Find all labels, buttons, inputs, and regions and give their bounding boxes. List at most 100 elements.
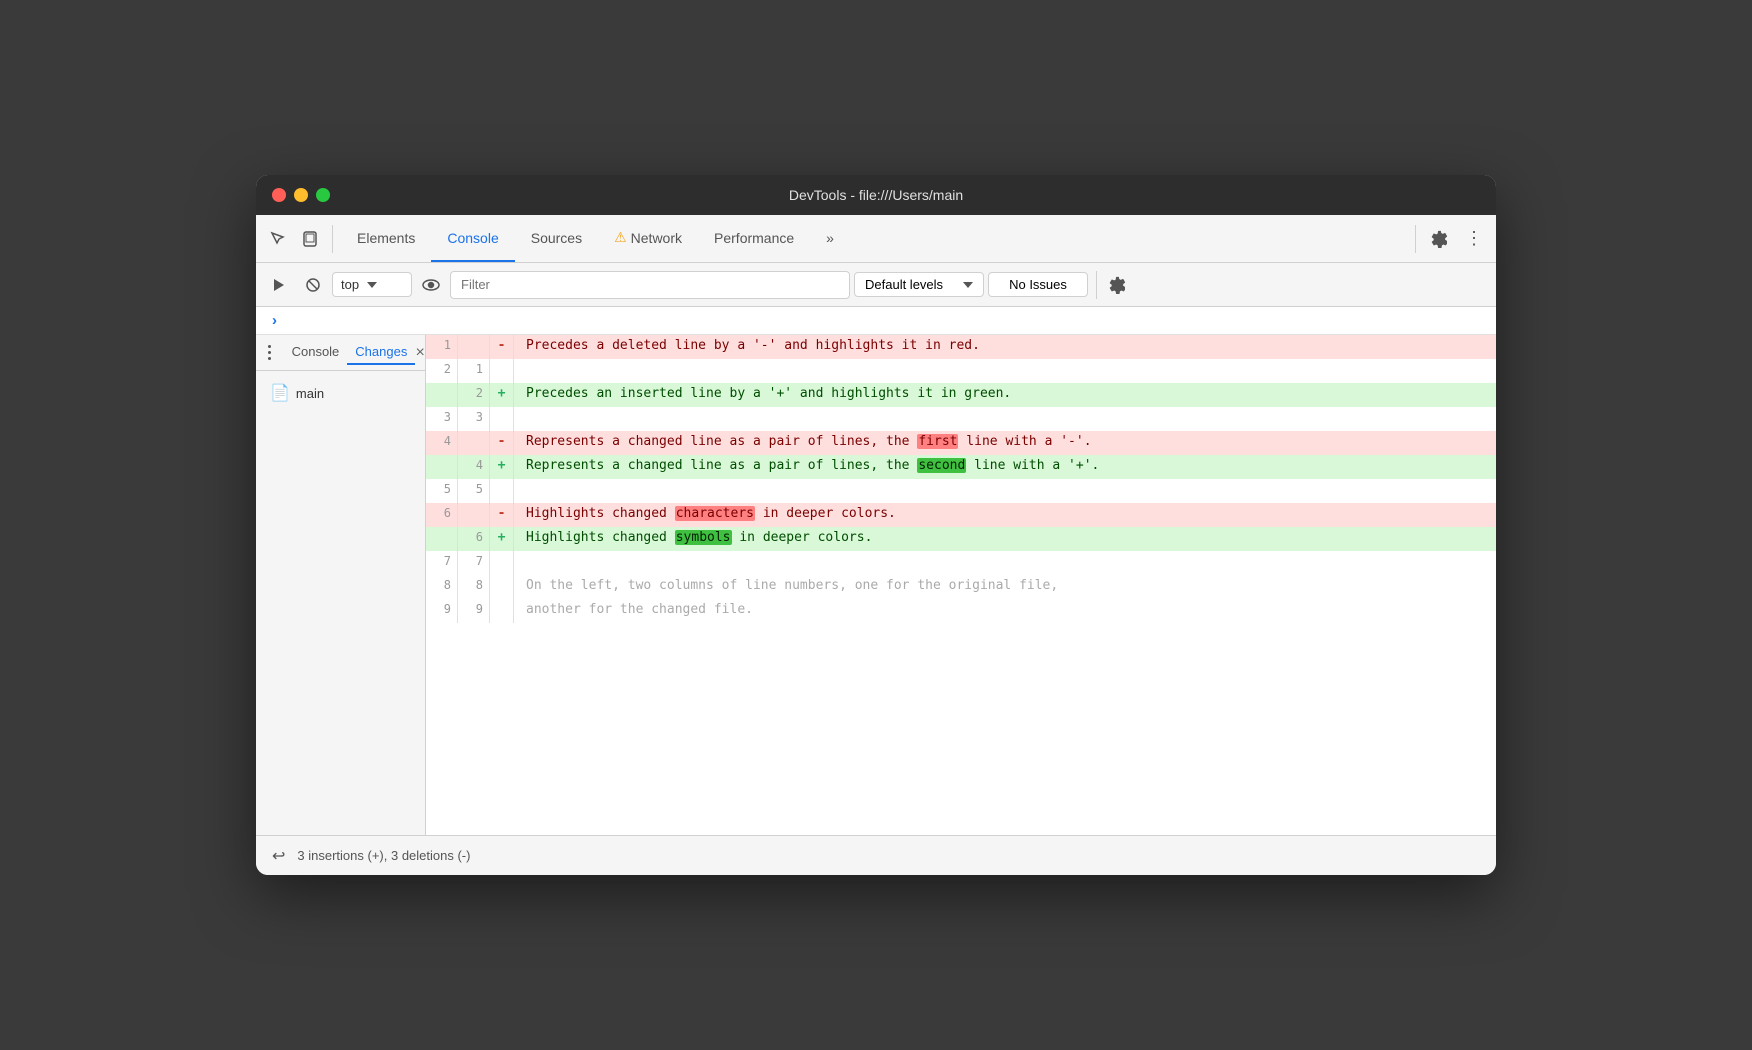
network-warning-icon: ⚠ [614,229,627,246]
file-icon: 📄 [270,383,290,403]
diff-content [514,359,1496,383]
highlight-del: first [917,434,958,449]
toolbar-icons [264,225,333,253]
diff-row: 1 -Precedes a deleted line by a '-' and h… [426,335,1496,359]
tab-network[interactable]: ⚠ Network [598,215,698,262]
devtools-window: DevTools - file:///Users/main Elements C [256,175,1496,875]
panel-tab-header: Console Changes × [256,335,425,371]
diff-row: 4-Represents a changed line as a pair of… [426,431,1496,455]
line-num-new: 9 [458,599,490,623]
diff-content: Precedes a deleted line by a '-' and hig… [514,335,1496,359]
diff-content: Highlights changed symbols in deeper col… [514,527,1496,551]
diff-row: 88On the left, two columns of line numbe… [426,575,1496,599]
panel-more-icon[interactable] [264,341,276,365]
highlight-ins: second [917,458,966,473]
line-num-orig: 3 [426,407,458,431]
diff-marker [490,479,514,503]
clear-messages-button[interactable] [298,270,328,300]
line-num-new: 3 [458,407,490,431]
diff-content: Represents a changed line as a pair of l… [514,455,1496,479]
line-num-orig: 1 [426,335,458,359]
line-num-orig: 9 [426,599,458,623]
diff-content: Represents a changed line as a pair of l… [514,431,1496,455]
window-title: DevTools - file:///Users/main [789,187,963,203]
highlight-del: characters [675,506,755,521]
tab-sources[interactable]: Sources [515,215,598,262]
line-num-orig: 4 [426,431,458,455]
status-text: 3 insertions (+), 3 deletions (-) [297,848,470,863]
diff-content [514,407,1496,431]
diff-row: 99 another for the changed file. [426,599,1496,623]
diff-marker: + [490,455,514,479]
panel-tab-console[interactable]: Console [284,340,348,365]
line-num-new: 7 [458,551,490,575]
minimize-button[interactable] [294,188,308,202]
diff-content: another for the changed file. [514,599,1496,623]
diff-content [514,479,1496,503]
line-num-new [458,431,490,455]
file-item-main[interactable]: 📄 main [264,379,417,407]
top-dropdown[interactable]: top [332,272,412,297]
diff-marker [490,599,514,623]
diff-row: 2+Precedes an inserted line by a '+' and… [426,383,1496,407]
line-num-orig: 5 [426,479,458,503]
tab-more[interactable]: » [810,215,850,262]
console-prompt-row: › [256,307,1496,335]
inspect-element-button[interactable] [264,225,292,253]
title-bar: DevTools - file:///Users/main [256,175,1496,215]
line-num-orig: 2 [426,359,458,383]
traffic-lights [272,188,330,202]
more-options-button[interactable]: ⋮ [1460,225,1488,253]
line-num-orig [426,455,458,479]
filter-input[interactable] [450,271,850,299]
tab-list: Elements Console Sources ⚠ Network Perfo… [341,215,1415,262]
diff-row: 33 [426,407,1496,431]
tab-performance[interactable]: Performance [698,215,810,262]
left-panel: Console Changes × 📄 main [256,335,426,835]
line-num-orig [426,383,458,407]
line-num-new [458,335,490,359]
device-toolbar-button[interactable] [296,225,324,253]
line-num-new: 6 [458,527,490,551]
diff-row: 77 [426,551,1496,575]
diff-marker: + [490,527,514,551]
panel-close-button[interactable]: × [415,343,425,363]
line-num-orig: 8 [426,575,458,599]
panel-tab-changes[interactable]: Changes [347,340,415,365]
line-num-orig: 6 [426,503,458,527]
diff-content: Highlights changed characters in deeper … [514,503,1496,527]
levels-dropdown[interactable]: Default levels [854,272,984,297]
diff-row: 6+Highlights changed symbols in deeper c… [426,527,1496,551]
diff-marker [490,407,514,431]
line-num-new [458,503,490,527]
line-num-orig [426,527,458,551]
close-button[interactable] [272,188,286,202]
undo-icon[interactable]: ↩ [272,846,285,866]
diff-panel: 1-Precedes a deleted line by a '-' and h… [426,335,1496,835]
console-toolbar: top Default levels No Issues [256,263,1496,307]
line-num-new: 1 [458,359,490,383]
line-num-orig: 7 [426,551,458,575]
tab-console[interactable]: Console [431,215,514,262]
console-settings-button[interactable] [1101,270,1131,300]
diff-content [514,551,1496,575]
line-num-new: 2 [458,383,490,407]
diff-marker [490,359,514,383]
diff-row: 6 -Highlights changed characters in deepe… [426,503,1496,527]
diff-marker: - [490,503,514,527]
eye-button[interactable] [416,270,446,300]
diff-marker [490,575,514,599]
prompt-arrow: › [264,308,285,333]
diff-marker [490,551,514,575]
diff-content: Precedes an inserted line by a '+' and h… [514,383,1496,407]
highlight-ins: symbols [675,530,732,545]
maximize-button[interactable] [316,188,330,202]
settings-button[interactable] [1424,225,1452,253]
file-list: 📄 main [256,371,425,415]
diff-row: 21 [426,359,1496,383]
diff-marker: - [490,335,514,359]
run-button[interactable] [264,270,294,300]
no-issues-button[interactable]: No Issues [988,272,1088,297]
tab-elements[interactable]: Elements [341,215,431,262]
diff-content: On the left, two columns of line numbers… [514,575,1496,599]
